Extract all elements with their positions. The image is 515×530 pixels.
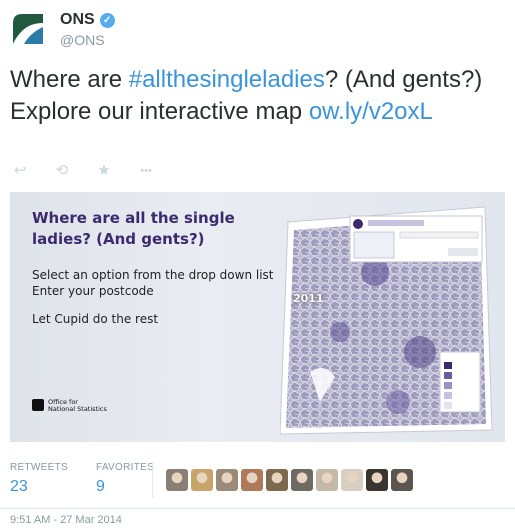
tweet-text-start: Where are: [10, 66, 129, 93]
stats-divider: [152, 462, 153, 498]
retweets-label: RETWEETS: [10, 462, 68, 473]
avatar[interactable]: [10, 11, 46, 47]
ons-logo-mark-icon: [32, 399, 44, 411]
retweet-icon[interactable]: ⟲: [52, 163, 72, 179]
account-handle[interactable]: @ONS: [60, 32, 105, 48]
favoriter-avatar[interactable]: [266, 469, 288, 491]
favoriter-avatar[interactable]: [216, 469, 238, 491]
map-screenshot: [279, 202, 495, 440]
favoriter-avatar[interactable]: [191, 469, 213, 491]
favoriter-avatar[interactable]: [241, 469, 263, 491]
ons-logo-line-2: National Statistics: [48, 405, 107, 413]
favorites-count[interactable]: 9: [96, 478, 154, 496]
footer-divider: [0, 508, 515, 509]
reply-icon[interactable]: ↩: [10, 163, 30, 179]
favoriter-avatar[interactable]: [316, 469, 338, 491]
ons-logo: Office for National Statistics: [32, 399, 107, 413]
favorite-icon[interactable]: ★: [94, 163, 114, 179]
account-name[interactable]: ONS ✓: [60, 11, 115, 29]
favoriter-avatar[interactable]: [166, 469, 188, 491]
favoriters-avatars: [166, 469, 413, 491]
verified-badge-icon: ✓: [99, 12, 115, 28]
tweet-stats: RETWEETS 23 FAVORITES 9: [10, 462, 154, 496]
tweet-timestamp[interactable]: 9:51 AM - 27 Mar 2014: [10, 514, 122, 526]
media-title: Where are all the single ladies? (And ge…: [32, 209, 235, 248]
favoriter-avatar[interactable]: [291, 469, 313, 491]
tweet-url-link[interactable]: ow.ly/v2oxL: [309, 98, 433, 125]
tweet-actions: ↩ ⟲ ★ •••: [10, 163, 156, 179]
retweets-count[interactable]: 23: [10, 478, 68, 496]
favoriter-avatar[interactable]: [366, 469, 388, 491]
account-name-text[interactable]: ONS: [60, 11, 95, 29]
favoriter-avatar[interactable]: [391, 469, 413, 491]
map-year-label: 2011: [293, 292, 324, 305]
favoriter-avatar[interactable]: [341, 469, 363, 491]
hashtag-link[interactable]: #allthesingleladies: [129, 66, 325, 93]
retweets-stat[interactable]: RETWEETS 23: [10, 462, 68, 496]
tweet-text: Where are #allthesingleladies? (And gent…: [10, 64, 505, 128]
media-instruction-3: Let Cupid do the rest: [32, 312, 159, 326]
media-instruction-2: Enter your postcode: [32, 284, 154, 298]
tweet-media-image[interactable]: Where are all the single ladies? (And ge…: [10, 192, 505, 442]
favorites-stat[interactable]: FAVORITES 9: [96, 462, 154, 496]
favorites-label: FAVORITES: [95, 462, 155, 473]
media-instruction-1: Select an option from the drop down list: [32, 268, 274, 282]
more-icon[interactable]: •••: [136, 163, 156, 179]
